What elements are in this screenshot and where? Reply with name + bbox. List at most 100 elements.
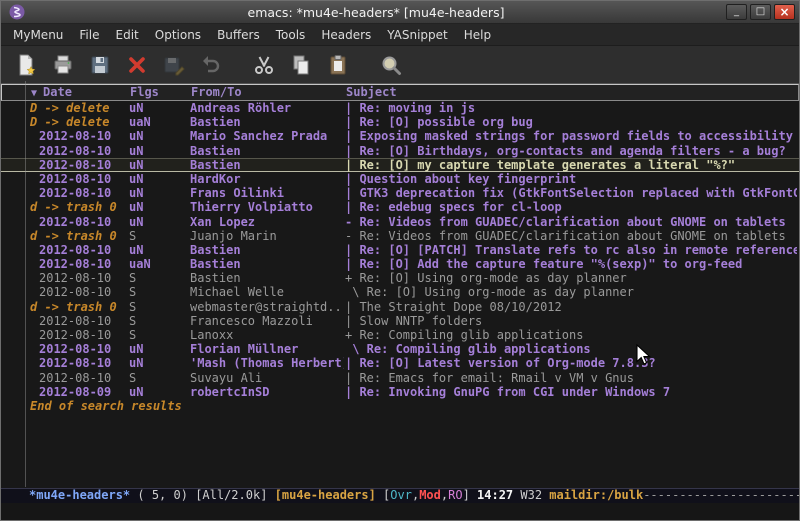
message-row[interactable]: D -> delete uaN Bastien | Re: [O] possib… <box>1 115 799 129</box>
modeline-segment: Ovr <box>390 488 412 502</box>
mode-line[interactable]: *mu4e-headers* ( 5, 0) [All/2.0k] [mu4e-… <box>1 488 799 503</box>
undo-icon <box>198 52 224 78</box>
minimize-button[interactable]: _ <box>726 4 747 20</box>
menu-options[interactable]: Options <box>147 26 209 44</box>
message-row[interactable]: 2012-08-10 S Francesco Mazzoli | Slow NN… <box>1 314 799 328</box>
message-subject: | Re: [O] [PATCH] Translate refs to rc a… <box>345 243 797 257</box>
column-header-subject[interactable]: Subject <box>346 85 397 100</box>
modeline-segment: ( 5, 0) <box>130 488 195 502</box>
menu-yasnippet[interactable]: YASnippet <box>379 26 456 44</box>
message-subject: - Re: Videos from GUADEC/clarification a… <box>345 229 797 243</box>
message-from: Bastien <box>190 115 344 129</box>
message-from: HardKor <box>190 172 344 186</box>
maximize-button[interactable]: □ <box>750 4 771 20</box>
column-header-from-to[interactable]: From/To <box>191 85 242 100</box>
message-flags: uN <box>129 215 187 229</box>
message-row[interactable]: 2012-08-10 S Suvayu Ali | Re: Emacs for … <box>1 371 799 385</box>
search-icon[interactable] <box>378 52 404 78</box>
message-flags: uN <box>129 385 187 399</box>
message-row[interactable]: 2012-08-10 S Bastien + Re: [O] Using org… <box>1 271 799 285</box>
message-from: robertcInSD <box>190 385 344 399</box>
menu-help[interactable]: Help <box>456 26 499 44</box>
message-row[interactable]: D -> delete uN Andreas Röhler | Re: movi… <box>1 101 799 115</box>
message-row[interactable]: 2012-08-10 uN Xan Lopez - Re: Videos fro… <box>1 215 799 229</box>
menu-bar: MyMenuFileEditOptionsBuffersToolsHeaders… <box>1 24 799 46</box>
message-from: Frans Oilinki <box>190 186 344 200</box>
message-date-or-mark: 2012-08-10 <box>39 328 129 342</box>
message-from: Lanoxx <box>190 328 344 342</box>
kill-buffer-icon[interactable] <box>124 52 150 78</box>
end-of-search-text: End of search results <box>1 399 799 413</box>
message-flags: S <box>129 371 187 385</box>
message-row[interactable]: 2012-08-10 uN HardKor | Question about k… <box>1 172 799 186</box>
paste-icon[interactable] <box>325 52 351 78</box>
message-date-or-mark: D -> delete <box>30 115 129 129</box>
save-icon[interactable] <box>87 52 113 78</box>
menu-buffers[interactable]: Buffers <box>209 26 268 44</box>
message-row[interactable]: d -> trash 0 uN Thierry Volpiatto | Re: … <box>1 200 799 214</box>
headers-buffer: ▼Date Flgs From/To Subject D -> delete u… <box>1 84 799 488</box>
message-from: Bastien <box>190 158 344 172</box>
message-row[interactable]: 2012-08-10 uN Bastien | Re: [O] [PATCH] … <box>1 243 799 257</box>
cut-icon[interactable] <box>251 52 277 78</box>
message-from: Francesco Mazzoli <box>190 314 344 328</box>
message-date-or-mark: 2012-08-10 <box>39 371 129 385</box>
message-flags: S <box>129 285 187 299</box>
message-subject: | Re: [O] my capture template generates … <box>345 158 797 172</box>
new-file-icon[interactable] <box>13 52 39 78</box>
modeline-segment: *mu4e-headers* <box>29 488 130 502</box>
menu-edit[interactable]: Edit <box>108 26 147 44</box>
message-flags: uN <box>129 158 187 172</box>
message-row[interactable]: 2012-08-10 uN Bastien | Re: [O] Birthday… <box>1 144 799 158</box>
message-date-or-mark: 2012-08-10 <box>39 172 129 186</box>
save-as-icon <box>161 52 187 78</box>
menu-file[interactable]: File <box>71 26 107 44</box>
message-subject: | Re: moving in js <box>345 101 797 115</box>
message-flags: S <box>129 271 187 285</box>
menu-mymenu[interactable]: MyMenu <box>5 26 71 44</box>
message-row[interactable]: 2012-08-10 S Michael Welle \ Re: [O] Usi… <box>1 285 799 299</box>
modeline-segment: ] <box>463 488 477 502</box>
message-from: Andreas Röhler <box>190 101 344 115</box>
message-date-or-mark: 2012-08-10 <box>39 215 129 229</box>
message-row[interactable]: d -> trash 0 S Juanjo Marin - Re: Videos… <box>1 229 799 243</box>
message-row[interactable]: 2012-08-10 uN Frans Oilinki | GTK3 depre… <box>1 186 799 200</box>
menu-tools[interactable]: Tools <box>268 26 314 44</box>
message-date-or-mark: 2012-08-10 <box>39 144 129 158</box>
message-subject: - Re: Videos from GUADEC/clarification a… <box>345 215 797 229</box>
message-row[interactable]: 2012-08-10 uN Mario Sanchez Prada | Expo… <box>1 129 799 143</box>
message-subject: | Re: [O] possible org bug <box>345 115 797 129</box>
message-date-or-mark: 2012-08-10 <box>39 342 129 356</box>
message-date-or-mark: d -> trash 0 <box>30 229 129 243</box>
column-header-date[interactable]: ▼Date <box>31 85 72 101</box>
close-button[interactable]: × <box>774 4 795 20</box>
message-flags: uN <box>129 129 187 143</box>
modeline-segment: maildir:/bulk <box>549 488 643 502</box>
copy-icon[interactable] <box>288 52 314 78</box>
message-from: Bastien <box>190 271 344 285</box>
message-date-or-mark: 2012-08-10 <box>39 129 129 143</box>
print-icon[interactable] <box>50 52 76 78</box>
message-subject: | The Straight Dope 08/10/2012 <box>345 300 797 314</box>
message-from: Bastien <box>190 144 344 158</box>
message-row[interactable]: 2012-08-10 uN 'Mash (Thomas Herbert) | R… <box>1 356 799 370</box>
message-row[interactable]: 2012-08-10 S Lanoxx + Re: Compiling glib… <box>1 328 799 342</box>
message-subject: | Re: Emacs for email: Rmail v VM v Gnus <box>345 371 797 385</box>
menu-headers[interactable]: Headers <box>313 26 379 44</box>
message-row[interactable]: 2012-08-09 uN robertcInSD | Re: Invoking… <box>1 385 799 399</box>
message-from: 'Mash (Thomas Herbert) <box>190 356 344 370</box>
message-from: Juanjo Marin <box>190 229 344 243</box>
column-header-flags[interactable]: Flgs <box>130 85 159 100</box>
message-subject: \ Re: [O] Using org-mode as day planner <box>345 285 797 299</box>
message-row[interactable]: 2012-08-10 uN Bastien | Re: [O] my captu… <box>1 158 799 172</box>
titlebar[interactable]: emacs: *mu4e-headers* [mu4e-headers] _ □… <box>1 1 799 24</box>
message-row[interactable]: 2012-08-10 uN Florian Müllner \ Re: Comp… <box>1 342 799 356</box>
message-row[interactable]: d -> trash 0 S webmaster@straightd... | … <box>1 300 799 314</box>
toolbar <box>1 46 799 84</box>
echo-area[interactable] <box>1 503 799 520</box>
message-row[interactable]: 2012-08-10 uaN Bastien | Re: [O] Add the… <box>1 257 799 271</box>
message-date-or-mark: 2012-08-10 <box>39 356 129 370</box>
message-subject: | Question about key fingerprint <box>345 172 797 186</box>
message-flags: uN <box>129 356 187 370</box>
message-from: Florian Müllner <box>190 342 344 356</box>
